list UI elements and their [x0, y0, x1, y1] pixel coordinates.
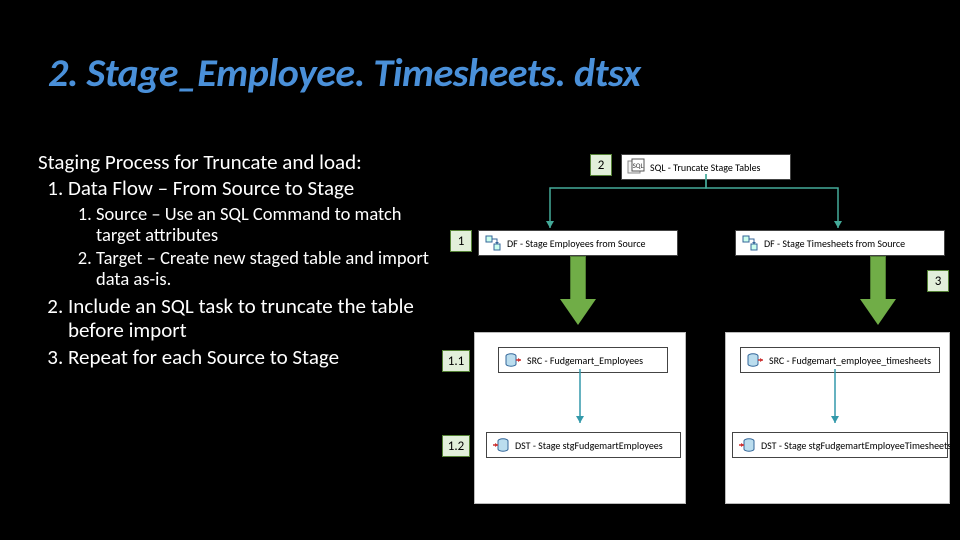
callout-1-1: 1.1 — [442, 350, 470, 372]
callout-1: 1 — [450, 230, 472, 252]
db-dest-icon — [492, 436, 510, 454]
db-dest-icon — [738, 436, 756, 454]
task-label: SRC - Fudgemart_employee_timesheets — [769, 354, 931, 367]
task-label: DF - Stage Timesheets from Source — [764, 237, 905, 250]
ssis-diagram: SQL SQL - Truncate Stage Tables DF - Sta… — [460, 152, 955, 532]
dataflow-icon — [741, 234, 759, 252]
task-label: DST - Stage stgFudgemartEmployeeTimeshee… — [761, 439, 951, 452]
step-1-1: Source – Use an SQL Command to match tar… — [96, 203, 443, 246]
callout-3: 3 — [927, 270, 949, 292]
db-source-icon — [746, 351, 764, 369]
slide: 2. Stage_Employee. Timesheets. dtsx Stag… — [0, 0, 960, 540]
task-dst-timesheets: DST - Stage stgFudgemartEmployeeTimeshee… — [732, 432, 948, 458]
task-label: DF - Stage Employees from Source — [507, 237, 646, 250]
step-1-text: Data Flow – From Source to Stage — [68, 175, 354, 201]
connector-line — [825, 369, 845, 431]
slide-title: 2. Stage_Employee. Timesheets. dtsx — [48, 48, 641, 97]
substeps-list: Source – Use an SQL Command to match tar… — [68, 203, 443, 290]
arrow-down-icon — [860, 256, 896, 326]
task-label: SQL - Truncate Stage Tables — [650, 161, 760, 174]
steps-list: Data Flow – From Source to Stage Source … — [38, 176, 443, 370]
connector-line — [570, 369, 590, 431]
arrow-down-icon — [560, 256, 596, 326]
dataflow-icon — [484, 234, 502, 252]
body-text: Staging Process for Truncate and load: D… — [38, 150, 443, 372]
step-1: Data Flow – From Source to Stage Source … — [68, 176, 443, 290]
task-dst-employees: DST - Stage stgFudgemartEmployees — [486, 432, 681, 458]
connector-lines — [520, 174, 780, 234]
step-2: Include an SQL task to truncate the tabl… — [68, 294, 443, 344]
task-label: DST - Stage stgFudgemartEmployees — [515, 439, 663, 452]
step-3: Repeat for each Source to Stage — [68, 345, 443, 370]
task-label: SRC - Fudgemart_Employees — [527, 354, 643, 367]
task-df-employees: DF - Stage Employees from Source — [478, 230, 678, 256]
callout-1-2: 1.2 — [442, 435, 470, 457]
svg-text:SQL: SQL — [633, 161, 644, 170]
db-source-icon — [504, 351, 522, 369]
callout-2: 2 — [590, 154, 612, 176]
step-1-2: Target – Create new staged table and imp… — [96, 247, 443, 290]
intro-text: Staging Process for Truncate and load: — [38, 150, 443, 175]
task-df-timesheets: DF - Stage Timesheets from Source — [735, 230, 945, 256]
